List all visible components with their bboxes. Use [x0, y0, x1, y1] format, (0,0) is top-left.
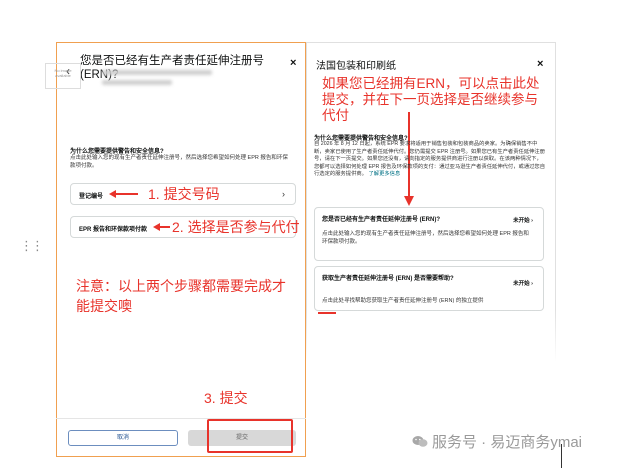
learn-more-link[interactable]: 了解更多信息 — [368, 171, 400, 177]
cancel-button[interactable]: 取消 — [68, 430, 178, 446]
ern-help-title: 获取生产者责任延伸注册号 (ERN) 是否需要帮助? — [322, 276, 454, 282]
ern-dialog-content: ‹ 您是否已经有生产者责任延伸注册号 (ERN)? × No image ava… — [45, 42, 306, 457]
ern-help-status[interactable]: 未开始 › — [513, 279, 533, 287]
step2-arrow — [153, 223, 170, 231]
drag-handle-icon[interactable]: ⋮⋮ — [20, 238, 44, 254]
step1-arrow — [109, 190, 138, 198]
watermark: 服务号 · 易迈商务ymai — [412, 431, 582, 452]
note-annotation: 注意：以上两个步骤都需要完成才能提交噢 — [76, 278, 286, 314]
blurred-product-detail — [102, 80, 172, 85]
ern-existing-text: 点击此处输入您的现有生产者责任延伸注册号，然后选择您希望如何处理 EPR 报告和… — [322, 231, 529, 245]
product-image-placeholder: No image available — [45, 63, 81, 89]
ern-help-card[interactable]: 获取生产者责任延伸注册号 (ERN) 是否需要帮助? 未开始 › 点击此处寻找帮… — [314, 266, 544, 311]
blurred-product-name — [102, 70, 212, 75]
close-icon[interactable]: × — [537, 58, 543, 70]
close-icon[interactable]: × — [290, 57, 296, 69]
wechat-icon — [412, 436, 428, 447]
ern-existing-title: 您是否已经有生产者责任延伸注册号 (ERN)? — [322, 217, 440, 223]
ern-help-text: 点击此处寻找帮助您获取生产者责任延伸注册号 (ERN) 的独立提供 — [322, 298, 484, 304]
safety-question-text: 点击此处输入您的现有生产者责任延伸注册号，然后选择您希望如何处理 EPR 报告和… — [70, 155, 288, 169]
text-cursor-line — [561, 444, 562, 468]
right-intro-text: 自 2026 年 8 月 12 日起，系统 EPR 要求将适用于销售包装和包装商… — [314, 141, 546, 179]
ern-existing-status[interactable]: 未开始 › — [513, 216, 533, 224]
step3-annotation: 3. 提交 — [204, 390, 248, 406]
submit-highlight-box — [207, 419, 293, 453]
dialog-title: 您是否已经有生产者责任延伸注册号 (ERN)? — [80, 55, 264, 81]
red-scribble-mark — [318, 312, 336, 314]
step1-annotation: 1. 提交号码 — [148, 186, 220, 202]
watermark-text: 服务号 · 易迈商务ymai — [432, 434, 583, 451]
right-annotation: 如果您已经拥有ERN，可以点击此处提交，并在下一页选择是否继续参与代付 — [322, 76, 540, 123]
right-intro-body: 自 2026 年 8 月 12 日起，系统 EPR 要求将适用于销售包装和包装商… — [314, 141, 546, 178]
chevron-right-icon: › — [282, 189, 285, 199]
packaging-panel-title: 法国包装和印刷纸 — [316, 61, 396, 72]
step2-annotation: 2. 选择是否参与代付 — [172, 219, 300, 235]
registration-number-label: 登记编号 — [79, 194, 104, 200]
ern-existing-card[interactable]: 您是否已经有生产者责任延伸注册号 (ERN)? 未开始 › 点击此处输入您的现有… — [314, 207, 544, 261]
epr-payment-option-label: EPR 报告和环保款项付款 — [79, 227, 148, 233]
